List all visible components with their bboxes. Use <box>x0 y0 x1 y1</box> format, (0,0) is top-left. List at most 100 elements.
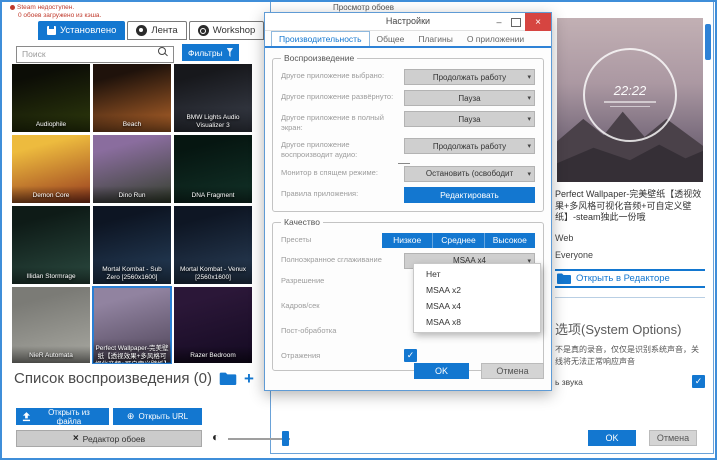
wallpaper-tile-label: Beach <box>93 114 171 132</box>
preset-high-button[interactable]: Высокое <box>483 232 535 248</box>
clock-subtext-line <box>610 105 650 108</box>
wallpaper-tile[interactable]: NieR Automata <box>12 287 90 363</box>
floppy-icon <box>47 26 56 35</box>
filters-button[interactable]: Фильтры <box>182 44 239 61</box>
scrollbar-thumb[interactable] <box>705 24 711 60</box>
tab-installed[interactable]: Установлено <box>38 21 126 40</box>
audio-option-row: ь звука <box>555 375 705 389</box>
app-selected-dropdown[interactable]: Продолжать работу <box>404 69 535 85</box>
open-url-button[interactable]: Открыть URL <box>113 408 202 425</box>
minimize-icon[interactable] <box>491 13 507 31</box>
wallpaper-tile[interactable]: Dino Run <box>93 135 171 203</box>
open-in-editor-label: Открыть в Редакторе <box>576 273 670 285</box>
dropdown-option[interactable]: MSAA x8 <box>414 314 540 330</box>
wallpaper-rating: Everyone <box>555 250 594 261</box>
tab-feed-label: Лента <box>151 25 178 36</box>
search-input[interactable] <box>16 45 174 63</box>
tab-about[interactable]: О приложении <box>460 32 531 46</box>
playlist-header: Список воспроизведения (0) <box>14 370 254 387</box>
maximize-icon[interactable] <box>507 13 525 31</box>
open-folder-icon[interactable] <box>219 372 237 385</box>
clock-subtext-line <box>604 101 656 103</box>
wallpaper-tile-selected[interactable]: Perfect Wallpaper-完美壁纸【透视效果+多风格可视化音频+可自定… <box>92 286 172 364</box>
app-audio-dropdown[interactable]: Продолжать работу <box>404 138 535 155</box>
reflections-checkbox-checked[interactable] <box>404 348 417 362</box>
dropdown-option[interactable]: MSAA x2 <box>414 282 540 298</box>
setting-row: Правила приложения: Редактировать <box>281 186 535 203</box>
wallpaper-title: Perfect Wallpaper-完美壁纸【透视效果+多风格可视化音频+可自定… <box>555 189 702 223</box>
window-controls <box>491 13 551 31</box>
search-box <box>16 44 174 63</box>
playback-legend: Воспроизведение <box>281 53 358 63</box>
setting-row: Другое приложение в полный экран: Пауза <box>281 111 535 133</box>
app-maximized-dropdown[interactable]: Пауза <box>404 90 535 106</box>
tab-general[interactable]: Общее <box>370 32 412 46</box>
clock-time: 22:22 <box>613 83 647 99</box>
wallpaper-grid: Audiophile Beach BMW Lights Audio Visual… <box>12 64 252 364</box>
dropdown-option[interactable]: Нет <box>414 266 540 282</box>
app-fullscreen-dropdown[interactable]: Пауза <box>404 111 535 127</box>
system-options-heading: 选项(System Options) <box>555 322 682 338</box>
edit-rules-button[interactable]: Редактировать <box>404 186 535 203</box>
system-options-text: 不是真的录音，仅仅是识别系统声音，关 线将无法正常响应声音 <box>555 345 699 367</box>
wallpaper-tile[interactable]: Demon Core <box>12 135 90 203</box>
divider <box>555 297 705 299</box>
contrast-icon <box>212 430 219 444</box>
status-message: Steam недоступен. 0 обоев загружено из к… <box>10 4 101 21</box>
quality-legend: Качество <box>281 216 323 227</box>
wallpaper-tile[interactable]: DNA Fragment <box>174 135 252 203</box>
setting-row: Монитор в спящем режиме: Остановить (осв… <box>281 165 535 182</box>
dropdown-option[interactable]: MSAA x4 <box>414 298 540 314</box>
volume-slider-track[interactable] <box>228 438 290 440</box>
volume-slider-handle[interactable] <box>282 431 289 446</box>
folder-icon <box>557 273 571 285</box>
error-icon <box>10 4 15 10</box>
wallpaper-tile[interactable]: Mortal Kombat - Venux [2560x1600] <box>174 206 252 284</box>
ok-button[interactable]: OK <box>414 363 469 379</box>
filters-label: Фильтры <box>188 47 223 58</box>
playlist-title: Список воспроизведения (0) <box>14 370 212 387</box>
wallpaper-tile[interactable]: Razer Bedroom <box>174 287 252 363</box>
preset-buttons: Низкое Среднее Высокое <box>382 232 535 248</box>
cancel-button[interactable]: Отмена <box>481 363 544 379</box>
wallpaper-tile[interactable]: Audiophile <box>12 64 90 132</box>
setting-row: Отражения <box>281 348 535 362</box>
ok-button[interactable]: OK <box>588 430 636 446</box>
preset-low-button[interactable]: Низкое <box>382 232 433 248</box>
wallpaper-tile-label: Audiophile <box>12 114 90 132</box>
tab-performance[interactable]: Производительность <box>271 31 370 46</box>
tab-feed[interactable]: Лента <box>127 21 187 40</box>
settings-titlebar: Настройки <box>265 13 551 31</box>
fps-slider-stub <box>398 163 410 164</box>
wallpaper-tile[interactable]: Mortal Kombat - Sub Zero [2560x1600] <box>93 206 171 284</box>
tab-workshop[interactable]: Workshop <box>188 21 265 40</box>
wallpaper-tile[interactable]: Illidan Stormrage <box>12 206 90 284</box>
open-in-editor-button[interactable]: Открыть в Редакторе <box>555 269 705 289</box>
wallpaper-tile[interactable]: BMW Lights Audio Visualizer 3 <box>174 64 252 132</box>
wallpaper-tile-label: Dino Run <box>93 185 171 203</box>
close-icon[interactable] <box>525 13 551 31</box>
tools-icon <box>73 433 79 444</box>
wallpaper-tile-label: Perfect Wallpaper-完美壁纸【透视效果+多风格可视化音频+可自定… <box>93 339 171 363</box>
cancel-button[interactable]: Отмена <box>649 430 697 446</box>
monitor-sleep-dropdown[interactable]: Остановить (освободит <box>404 165 535 182</box>
audio-checkbox-checked[interactable] <box>692 375 705 389</box>
preview-panel: 22:22 Perfect Wallpaper-完美壁纸【透视效果+多风格可视化… <box>555 18 705 389</box>
wallpaper-tile-label: Illidan Stormrage <box>12 266 90 284</box>
workshop-icon <box>197 25 209 36</box>
chevron-down-icon <box>527 73 531 81</box>
wallpaper-editor-button[interactable]: Редактор обоев <box>16 430 202 447</box>
open-from-file-button[interactable]: Открыть из файла <box>16 408 109 426</box>
add-playlist-icon[interactable] <box>244 372 254 386</box>
setting-row: Другое приложение выбрано: Продолжать ра… <box>281 69 535 85</box>
setting-row: Пресеты Низкое Среднее Высокое <box>281 232 535 248</box>
tab-workshop-label: Workshop <box>212 25 256 36</box>
preset-medium-button[interactable]: Среднее <box>432 232 484 248</box>
preview-window-footer: OK Отмена <box>588 430 697 446</box>
upload-icon <box>22 411 31 421</box>
status-line-2: 0 обоев загружено из кэша. <box>18 12 102 20</box>
wallpaper-tile-label: Demon Core <box>12 185 90 203</box>
wallpaper-tile[interactable]: Beach <box>93 64 171 132</box>
tab-plugins[interactable]: Плагины <box>411 32 459 46</box>
clock-overlay: 22:22 <box>583 48 677 143</box>
